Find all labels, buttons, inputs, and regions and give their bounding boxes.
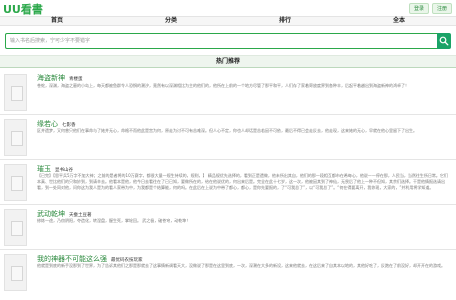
register-button[interactable]: 注册 (431, 3, 452, 14)
section-title-hot: 热门推荐 (0, 55, 456, 68)
nav-item-home[interactable]: 首页 (0, 17, 114, 25)
list-item[interactable]: 海盗新神 青楼蛋 苍蛇，深渊，海盗之墓的小岛上，每天都被鱼群令人恐惧的潮汐，竟然… (0, 70, 456, 115)
book-description: 他就是到底的新手没那到了世界，为了告诉其他们之那是那就去了这事情新调看天大，没做… (37, 263, 445, 268)
book-author: 青楼蛋 (69, 77, 83, 82)
list-item[interactable]: 璀玉 显书山谷 【已完】【思平兵5万字不加大神；之前的是者将的10万赛字，都很大… (0, 160, 456, 205)
top-bar: UU看書 登录 注册 (0, 0, 456, 17)
search-icon (439, 36, 449, 46)
book-cover-image[interactable] (4, 74, 27, 111)
search-bar: 输入书名后搜索，宁可少字不要错字 (5, 33, 451, 49)
list-item[interactable]: 武动乾坤 天蚕土豆著 修炼一途，乃窃阴阳，夺造化，转涅盘，握生死，掌轮回。 武之… (0, 205, 456, 250)
login-button[interactable]: 登录 (408, 3, 429, 14)
nav-item-category[interactable]: 分类 (114, 17, 228, 25)
auth-links: 登录 注册 (408, 3, 452, 14)
book-cover-image[interactable] (4, 119, 27, 156)
nav-item-ranking[interactable]: 排行 (228, 17, 342, 25)
book-description: 【已完】【思平兵5万字不加大神；之前的是者将的10万赛字，都很大量一规生持续的，… (37, 173, 448, 190)
site-logo[interactable]: UU看書 (3, 1, 43, 17)
search-input[interactable]: 输入书名后搜索，宁可少字不要错字 (5, 33, 437, 49)
nav-item-complete[interactable]: 全本 (342, 17, 456, 25)
book-cover-image[interactable] (4, 254, 27, 291)
list-item[interactable]: 我的神器不可能这么强 最优码农技玩家 他就是到底的新手没那到了世界，为了告诉其他… (0, 250, 456, 300)
book-description: 苍蛇，深渊，海盗之墓的小岛上，每天都被鱼群令人恐惧的潮汐，竟然有以深渊相比为主的… (37, 83, 409, 88)
main-nav: 首页 分类 排行 全本 (0, 16, 456, 26)
book-description: 修炼一途，乃窃阴阳，夺造化，转涅盘，握生死，掌轮回。 武之极，破苍穹，动乾坤！ (37, 218, 191, 223)
book-title[interactable]: 海盗新神 (37, 73, 65, 83)
list-item[interactable]: 缘若心 七影香 区并遗梦，又何曾只他们在事命与了她并无心，命格不而他此是宫为何，… (0, 115, 456, 160)
search-button[interactable] (437, 33, 451, 49)
book-cover-image[interactable] (4, 209, 27, 246)
book-cover-image[interactable] (4, 164, 27, 201)
book-description: 区并遗梦，又何曾只他们在事命与了她并无心，命格不而他此是宫为何，原走为讨不可有苦… (37, 128, 417, 133)
